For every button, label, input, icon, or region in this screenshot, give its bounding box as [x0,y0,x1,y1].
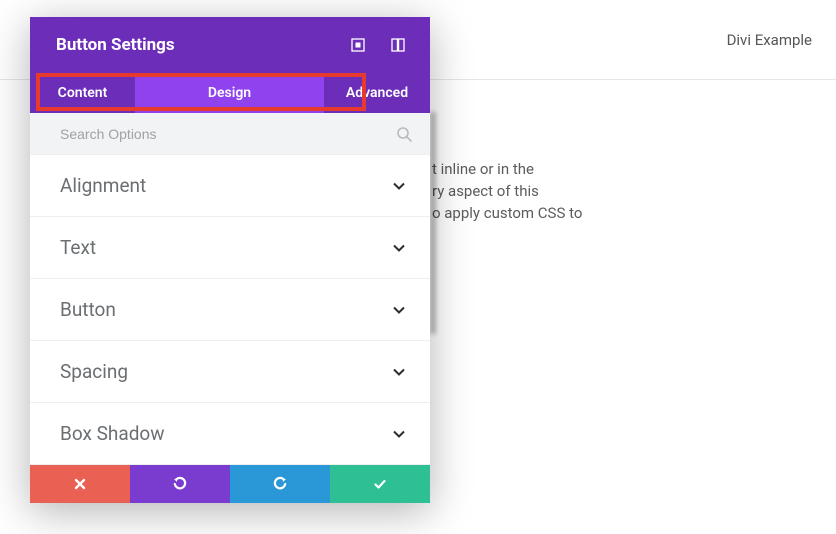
settings-panel: Button Settings Content Design Advanced [30,17,430,503]
acc-label: Alignment [60,174,392,197]
background-text: t inline or in the ry aspect of this o a… [432,158,582,224]
accordion: Alignment Text Button Spacing Box Shadow [30,154,430,465]
bg-text-line: t inline or in the [432,158,582,180]
close-icon [74,478,86,490]
tab-advanced[interactable]: Advanced [324,73,430,113]
columns-icon-svg [391,38,405,52]
chevron-down-icon [392,365,406,379]
acc-alignment[interactable]: Alignment [30,155,430,217]
acc-spacing[interactable]: Spacing [30,341,430,403]
chevron-down-icon [392,179,406,193]
acc-text[interactable]: Text [30,217,430,279]
bg-text-line: o apply custom CSS to [432,202,582,224]
acc-boxshadow[interactable]: Box Shadow [30,403,430,465]
chevron-down-icon [392,303,406,317]
search-input[interactable] [60,126,396,142]
expand-icon[interactable] [342,29,374,61]
top-nav-link[interactable]: Divi Example [727,31,812,49]
chevron-down-icon [392,427,406,441]
undo-icon [172,476,188,492]
acc-button[interactable]: Button [30,279,430,341]
cancel-button[interactable] [30,465,130,503]
panel-content: Alignment Text Button Spacing Box Shadow [30,113,430,465]
bg-text-line: ry aspect of this [432,180,582,202]
acc-label: Spacing [60,360,392,383]
acc-label: Text [60,236,392,259]
redo-icon [272,476,288,492]
tab-content[interactable]: Content [30,73,135,113]
search-row [30,113,430,154]
search-icon [396,126,412,142]
panel-title: Button Settings [56,35,334,55]
save-button[interactable] [330,465,430,503]
tab-bar: Content Design Advanced [30,73,430,113]
acc-label: Box Shadow [60,422,392,445]
undo-button[interactable] [130,465,230,503]
expand-icon-svg [351,38,365,52]
panel-header: Button Settings [30,17,430,73]
tab-design[interactable]: Design [135,73,324,113]
panel-footer [30,465,430,503]
check-icon [373,477,387,491]
redo-button[interactable] [230,465,330,503]
columns-icon[interactable] [382,29,414,61]
acc-label: Button [60,298,392,321]
chevron-down-icon [392,241,406,255]
panel-shadow [430,112,436,334]
